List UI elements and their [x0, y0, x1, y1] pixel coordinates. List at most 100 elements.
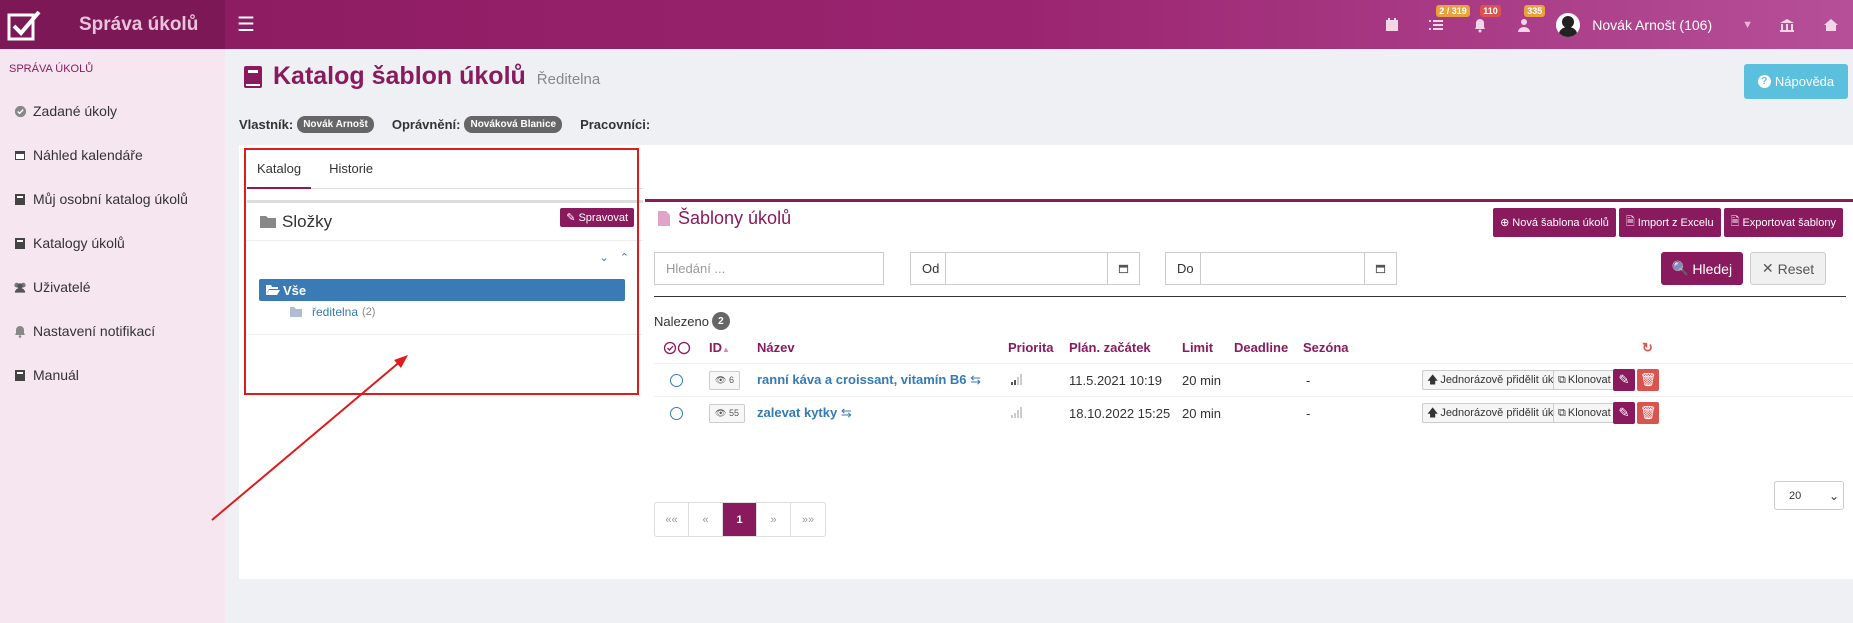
permission-badge: Nováková Blanice	[464, 116, 563, 133]
users-icon	[13, 280, 27, 294]
column-planned-start[interactable]: Plán. začátek	[1069, 340, 1151, 355]
check-circle-icon	[13, 104, 27, 118]
per-page-select[interactable]: 20 ⌄	[1774, 481, 1844, 510]
table-row: 👁 55 zalevat kytky ⇆ 18.10.2022 15:25 20…	[654, 396, 1853, 429]
calendar-icon[interactable]	[1364, 252, 1397, 285]
page-current[interactable]: 1	[723, 503, 757, 536]
help-button[interactable]: ? Nápověda	[1744, 64, 1848, 99]
notifications-badge: 110	[1480, 4, 1501, 17]
planned-start: 18.10.2022 15:25	[1069, 405, 1171, 421]
page-prev[interactable]: «	[689, 503, 723, 536]
row-select-radio[interactable]	[670, 373, 683, 387]
templates-title: Šablony úkolů	[678, 208, 792, 228]
delete-button[interactable]: 🗑	[1637, 369, 1659, 391]
sort-icon: ▲	[722, 345, 730, 354]
delete-button[interactable]: 🗑	[1637, 402, 1659, 424]
season: -	[1306, 372, 1311, 388]
filter-bar: Hledání ... Od Do 🔍 Hledej ✕ Reset	[654, 252, 1853, 286]
page-first[interactable]: ««	[655, 503, 689, 536]
column-season[interactable]: Sezóna	[1303, 340, 1349, 355]
chevron-down-icon: ⌄	[1828, 488, 1839, 503]
sidebar-item-assigned-tasks[interactable]: Zadané úkoly	[0, 89, 225, 133]
date-from-input[interactable]	[945, 252, 1108, 285]
export-templates-button[interactable]: 🗎 Exportovat šablony	[1723, 208, 1843, 237]
clone-button[interactable]: ⧉ Klonovat	[1553, 403, 1616, 423]
sidebar-item-notifications[interactable]: Nastavení notifikací	[0, 309, 225, 353]
home-icon[interactable]	[1809, 17, 1853, 33]
search-input[interactable]: Hledání ...	[654, 252, 884, 285]
sidebar-item-manual[interactable]: Manuál	[0, 353, 225, 397]
sidebar-item-label: Zadané úkoly	[33, 103, 118, 119]
plus-circle-icon: ⊕	[1500, 217, 1510, 229]
found-badge: 2	[711, 312, 730, 330]
sidebar-item-personal-catalog[interactable]: Můj osobní katalog úkolů	[0, 177, 225, 221]
clone-button[interactable]: ⧉ Klonovat	[1553, 370, 1616, 390]
tasks-icon[interactable]: 2 / 319	[1414, 4, 1470, 33]
sidebar-item-label: Manuál	[33, 367, 79, 383]
menu-toggle-icon[interactable]: ☰	[237, 12, 255, 37]
sidebar-item-task-catalogs[interactable]: Katalogy úkolů	[0, 221, 225, 265]
tasks-badge: 2 / 319	[1436, 4, 1470, 17]
copy-icon: ⧉	[1558, 406, 1566, 419]
priority-icon	[1011, 373, 1023, 388]
button-label: Reset	[1777, 260, 1815, 277]
column-id[interactable]: ID▲	[709, 340, 730, 355]
file-export-icon: 🗎	[1730, 216, 1740, 228]
sidebar-item-label: Náhled kalendáře	[33, 147, 143, 163]
calendar-icon[interactable]	[1107, 252, 1140, 285]
column-name[interactable]: Název	[757, 340, 795, 355]
sidebar-item-users[interactable]: Uživatelé	[0, 265, 225, 309]
template-name-link[interactable]: zalevat kytky ⇆	[757, 405, 852, 421]
close-icon: ✕	[1761, 260, 1774, 276]
brand[interactable]: Správa úkolů	[0, 0, 225, 49]
new-template-button[interactable]: ⊕ Nová šablona úkolů	[1493, 208, 1616, 237]
column-limit[interactable]: Limit	[1182, 340, 1213, 355]
column-priority[interactable]: Priorita	[1008, 340, 1054, 355]
button-label: Exportovat šablony	[1742, 216, 1836, 229]
sidebar-item-calendar[interactable]: Náhled kalendáře	[0, 133, 225, 177]
top-bar: Správa úkolů ☰ 2 / 319 110 335 Novák Arn…	[0, 0, 1853, 49]
column-label: ID	[709, 340, 722, 355]
edit-button[interactable]: ✎	[1613, 369, 1635, 391]
users-alert-icon[interactable]: 335	[1502, 4, 1546, 33]
refresh-icon[interactable]: ↻	[1642, 340, 1653, 356]
season: -	[1306, 405, 1311, 421]
assign-once-button[interactable]: 🡅 Jednorázově přidělit úkol	[1422, 370, 1567, 390]
eye-icon: 👁	[715, 407, 727, 418]
arrow-up-icon: 🡅	[1427, 373, 1439, 386]
sidebar-heading: SPRÁVA ÚKOLŮ	[9, 63, 94, 75]
calendar-icon	[13, 148, 27, 162]
catalog-meta: Vlastník: Novák Arnošt Oprávnění: Nováko…	[239, 116, 650, 133]
page-header: Katalog šablon úkolů Ředitelna	[243, 62, 600, 91]
edit-button[interactable]: ✎	[1613, 402, 1635, 424]
user-menu[interactable]: Novák Arnošt (106) ▼	[1556, 12, 1753, 37]
assign-once-button[interactable]: 🡅 Jednorázově přidělit úkol	[1422, 403, 1567, 423]
table-header: ID▲ Název Priorita Plán. začátek Limit D…	[654, 340, 1853, 364]
date-to-input[interactable]	[1200, 252, 1365, 285]
import-excel-button[interactable]: 🗎 Import z Excelu	[1618, 208, 1721, 237]
repeat-icon: ⇆	[970, 372, 982, 387]
owner-label: Vlastník:	[239, 117, 294, 132]
row-select-radio[interactable]	[670, 406, 683, 420]
reset-button[interactable]: ✕ Reset	[1750, 252, 1826, 285]
search-button[interactable]: 🔍 Hledej	[1661, 252, 1743, 285]
repeat-icon: ⇆	[840, 405, 852, 420]
calendar-icon[interactable]	[1370, 17, 1414, 33]
eye-icon: 👁	[715, 374, 727, 385]
app-title: Správa úkolů	[79, 13, 199, 35]
page-last[interactable]: »»	[791, 503, 825, 536]
institution-icon[interactable]	[1765, 17, 1809, 33]
select-all-icon[interactable]	[663, 341, 691, 358]
template-name-link[interactable]: ranní káva a croissant, vitamín B6 ⇆	[757, 372, 981, 388]
views-count: 6	[728, 374, 734, 385]
to-label: Do	[1165, 252, 1201, 285]
chevron-down-icon[interactable]: ▼	[1742, 19, 1753, 31]
limit: 20 min	[1182, 372, 1222, 388]
column-deadline[interactable]: Deadline	[1234, 340, 1288, 355]
search-icon: 🔍	[1671, 260, 1690, 276]
copy-icon: ⧉	[1558, 373, 1566, 386]
per-page-value: 20	[1789, 489, 1802, 502]
bell-icon[interactable]: 110	[1458, 4, 1502, 33]
page-next[interactable]: »	[757, 503, 791, 536]
button-label: Jednorázově přidělit úkol	[1440, 374, 1562, 386]
